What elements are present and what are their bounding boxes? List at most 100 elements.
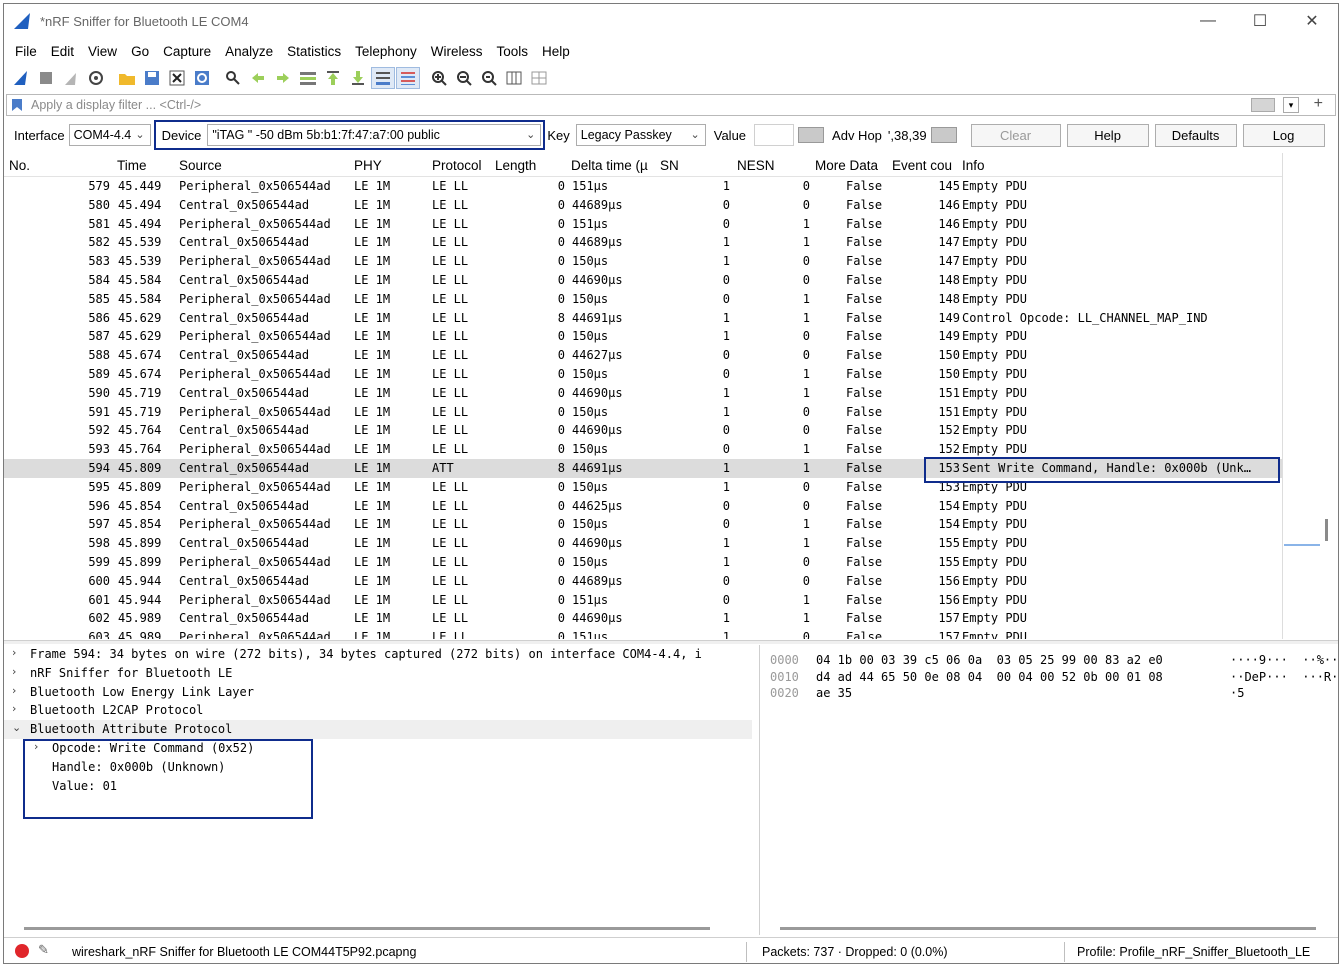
hex-row[interactable]: 0020 ae 35 ·5 — [760, 684, 1338, 701]
defaults-button[interactable]: Defaults — [1154, 123, 1237, 147]
log-button[interactable]: Log — [1242, 123, 1325, 147]
hex-row[interactable]: 0010 d4 ad 44 65 50 0e 08 04 00 04 00 52 … — [760, 668, 1338, 685]
packet-row[interactable]: 598 45.899 Central_0x506544ad LE 1M LE LL 0 44… — [4, 534, 1282, 553]
packet-row[interactable]: 582 45.539 Central_0x506544ad LE 1M LE LL 0 44… — [4, 233, 1282, 252]
resize-columns-button[interactable] — [502, 67, 526, 89]
colorize-button[interactable] — [396, 67, 420, 89]
packet-row[interactable]: 601 45.944 Peripheral_0x506544ad LE 1M LE LL… — [4, 591, 1282, 610]
packet-row[interactable]: 580 45.494 Central_0x506544ad LE 1M LE LL 0 44… — [4, 196, 1282, 215]
bookmark-icon[interactable] — [11, 98, 23, 112]
apply-value-button[interactable] — [798, 127, 825, 143]
adv-hop-value[interactable]: ',38,39 — [888, 128, 927, 143]
menu-file[interactable]: File — [8, 44, 44, 59]
menu-analyze[interactable]: Analyze — [218, 44, 280, 59]
column-header-more-data[interactable]: More Data — [815, 158, 878, 173]
column-header-phy[interactable]: PHY — [354, 158, 382, 173]
menu-help[interactable]: Help — [535, 44, 577, 59]
layout-button[interactable] — [527, 67, 551, 89]
packet-row[interactable]: 586 45.629 Central_0x506544ad LE 1M LE LL 8 44… — [4, 309, 1282, 328]
chevron-right-icon[interactable]: › — [12, 665, 16, 678]
chevron-right-icon[interactable]: › — [12, 646, 16, 659]
detail-item[interactable]: › Bluetooth L2CAP Protocol — [4, 701, 752, 720]
chevron-right-icon[interactable]: › — [12, 702, 16, 715]
packet-row[interactable]: 590 45.719 Central_0x506544ad LE 1M LE LL 0 44… — [4, 384, 1282, 403]
scroll-thumb[interactable] — [1325, 519, 1328, 541]
menu-wireless[interactable]: Wireless — [424, 44, 490, 59]
apply-filter-button[interactable] — [1251, 98, 1275, 112]
column-header-nesn[interactable]: NESN — [737, 158, 775, 173]
packet-row[interactable]: 589 45.674 Peripheral_0x506544ad LE 1M LE LL… — [4, 365, 1282, 384]
packet-row[interactable]: 600 45.944 Central_0x506544ad LE 1M LE LL 0 44… — [4, 572, 1282, 591]
menu-capture[interactable]: Capture — [156, 44, 218, 59]
packet-list-scrollbar[interactable] — [1282, 153, 1338, 639]
column-header-sn[interactable]: SN — [660, 158, 679, 173]
packet-row[interactable]: 587 45.629 Peripheral_0x506544ad LE 1M LE LL… — [4, 327, 1282, 346]
packet-row[interactable]: 579 45.449 Peripheral_0x506544ad LE 1M LE LL… — [4, 177, 1282, 196]
chevron-down-icon[interactable]: ⌄ — [12, 721, 21, 734]
first-packet-button[interactable] — [321, 67, 345, 89]
packet-row[interactable]: 602 45.989 Central_0x506544ad LE 1M LE LL 0 44… — [4, 609, 1282, 628]
menu-go[interactable]: Go — [124, 44, 156, 59]
menu-statistics[interactable]: Statistics — [280, 44, 348, 59]
detail-item[interactable]: › nRF Sniffer for Bluetooth LE — [4, 664, 752, 683]
device-select[interactable]: "iTAG " -50 dBm 5b:b1:7f:47:a7:00 public… — [207, 124, 542, 146]
detail-item[interactable]: ⌄ Bluetooth Attribute Protocol — [4, 720, 752, 739]
reload-file-button[interactable] — [190, 67, 214, 89]
auto-scroll-button[interactable] — [371, 67, 395, 89]
restart-capture-button[interactable] — [59, 67, 83, 89]
chevron-right-icon[interactable]: › — [12, 684, 16, 697]
interface-select[interactable]: COM4-4.4 ⌄ — [68, 124, 151, 146]
packet-row[interactable]: 592 45.764 Central_0x506544ad LE 1M LE LL 0 44… — [4, 421, 1282, 440]
key-select[interactable]: Legacy Passkey ⌄ — [575, 124, 706, 146]
bytes-horizontal-scrollbar[interactable] — [780, 927, 1316, 930]
find-packet-button[interactable] — [221, 67, 245, 89]
column-header-event-counter[interactable]: Event cou — [892, 158, 958, 173]
column-header-length[interactable]: Length — [495, 158, 536, 173]
packet-row[interactable]: 588 45.674 Central_0x506544ad LE 1M LE LL 0 44… — [4, 346, 1282, 365]
add-filter-button[interactable]: + — [1314, 95, 1323, 113]
menu-tools[interactable]: Tools — [489, 44, 535, 59]
details-horizontal-scrollbar[interactable] — [24, 927, 710, 930]
expert-info-icon[interactable] — [15, 944, 29, 958]
close-file-button[interactable] — [165, 67, 189, 89]
capture-comment-icon[interactable]: ✎ — [38, 942, 49, 958]
packet-row[interactable]: 591 45.719 Peripheral_0x506544ad LE 1M LE LL… — [4, 403, 1282, 422]
packet-row[interactable]: 603 45.989 Peripheral_0x506544ad LE 1M LE LL… — [4, 628, 1282, 639]
zoom-in-button[interactable] — [427, 67, 451, 89]
stop-capture-button[interactable] — [34, 67, 58, 89]
apply-adv-hop-button[interactable] — [930, 127, 957, 143]
packet-row[interactable]: 597 45.854 Peripheral_0x506544ad LE 1M LE LL… — [4, 515, 1282, 534]
go-back-button[interactable] — [246, 67, 270, 89]
menu-view[interactable]: View — [81, 44, 124, 59]
column-header-time[interactable]: Time — [117, 158, 147, 173]
start-capture-button[interactable] — [9, 67, 33, 89]
capture-options-button[interactable] — [84, 67, 108, 89]
hex-row[interactable]: 0000 04 1b 00 03 39 c5 06 0a 03 05 25 99 … — [760, 651, 1338, 668]
packet-row[interactable]: 583 45.539 Peripheral_0x506544ad LE 1M LE LL… — [4, 252, 1282, 271]
clear-button[interactable]: Clear — [970, 123, 1061, 147]
minimize-button[interactable]: — — [1182, 4, 1234, 38]
open-file-button[interactable] — [115, 67, 139, 89]
menu-telephony[interactable]: Telephony — [348, 44, 424, 59]
column-header-no[interactable]: No. — [9, 158, 30, 173]
pane-splitter[interactable] — [4, 640, 1338, 644]
column-header-source[interactable]: Source — [179, 158, 222, 173]
go-to-packet-button[interactable] — [296, 67, 320, 89]
filter-history-dropdown[interactable]: ▾ — [1283, 97, 1299, 113]
zoom-reset-button[interactable] — [477, 67, 501, 89]
detail-item[interactable]: › Frame 594: 34 bytes on wire (272 bits),… — [4, 645, 752, 664]
go-forward-button[interactable] — [271, 67, 295, 89]
column-header-protocol[interactable]: Protocol — [432, 158, 482, 173]
column-header-delta-time[interactable]: Delta time (µ — [571, 158, 655, 173]
close-button[interactable]: ✕ — [1286, 4, 1338, 38]
packet-row[interactable]: 584 45.584 Central_0x506544ad LE 1M LE LL 0 44… — [4, 271, 1282, 290]
save-file-button[interactable] — [140, 67, 164, 89]
packet-row[interactable]: 581 45.494 Peripheral_0x506544ad LE 1M LE LL… — [4, 215, 1282, 234]
packet-row[interactable]: 599 45.899 Peripheral_0x506544ad LE 1M LE LL… — [4, 553, 1282, 572]
value-input[interactable] — [754, 124, 795, 146]
column-header-info[interactable]: Info — [962, 158, 985, 173]
profile-name[interactable]: Profile: Profile_nRF_Sniffer_Bluetooth_L… — [1077, 945, 1310, 959]
detail-item[interactable]: › Bluetooth Low Energy Link Layer — [4, 683, 752, 702]
zoom-out-button[interactable] — [452, 67, 476, 89]
last-packet-button[interactable] — [346, 67, 370, 89]
